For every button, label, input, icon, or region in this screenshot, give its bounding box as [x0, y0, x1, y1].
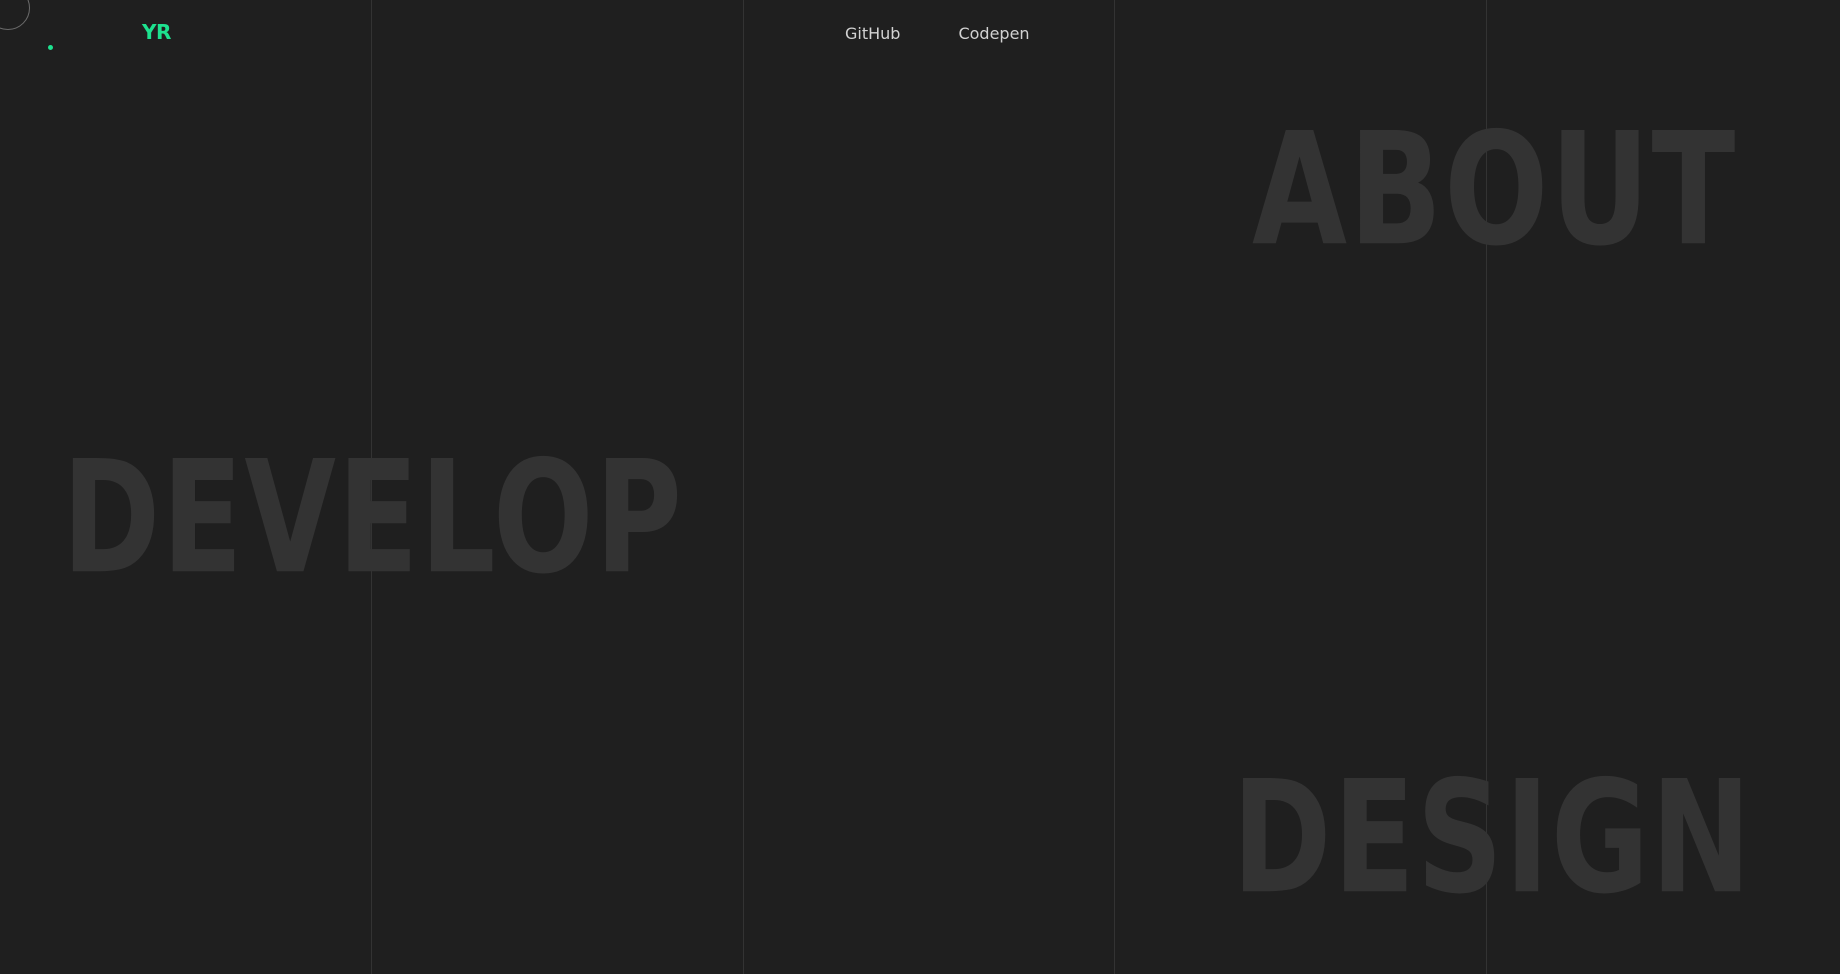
nav-link-github[interactable]: GitHub: [845, 24, 900, 43]
section-link-design[interactable]: DESIGN: [1232, 760, 1753, 915]
logo-link[interactable]: YR: [142, 20, 171, 44]
section-link-develop[interactable]: DEVELOP: [62, 440, 684, 595]
cursor-dot: [48, 45, 53, 50]
grid-line: [743, 0, 744, 974]
section-link-about[interactable]: ABOUT: [1252, 112, 1737, 267]
top-nav: GitHub Codepen: [845, 24, 1030, 43]
page: YR GitHub Codepen ABOUT DEVELOP DESIGN: [0, 0, 1840, 974]
nav-link-codepen[interactable]: Codepen: [958, 24, 1029, 43]
grid-line: [1114, 0, 1115, 974]
cursor-ring: [0, 0, 30, 30]
